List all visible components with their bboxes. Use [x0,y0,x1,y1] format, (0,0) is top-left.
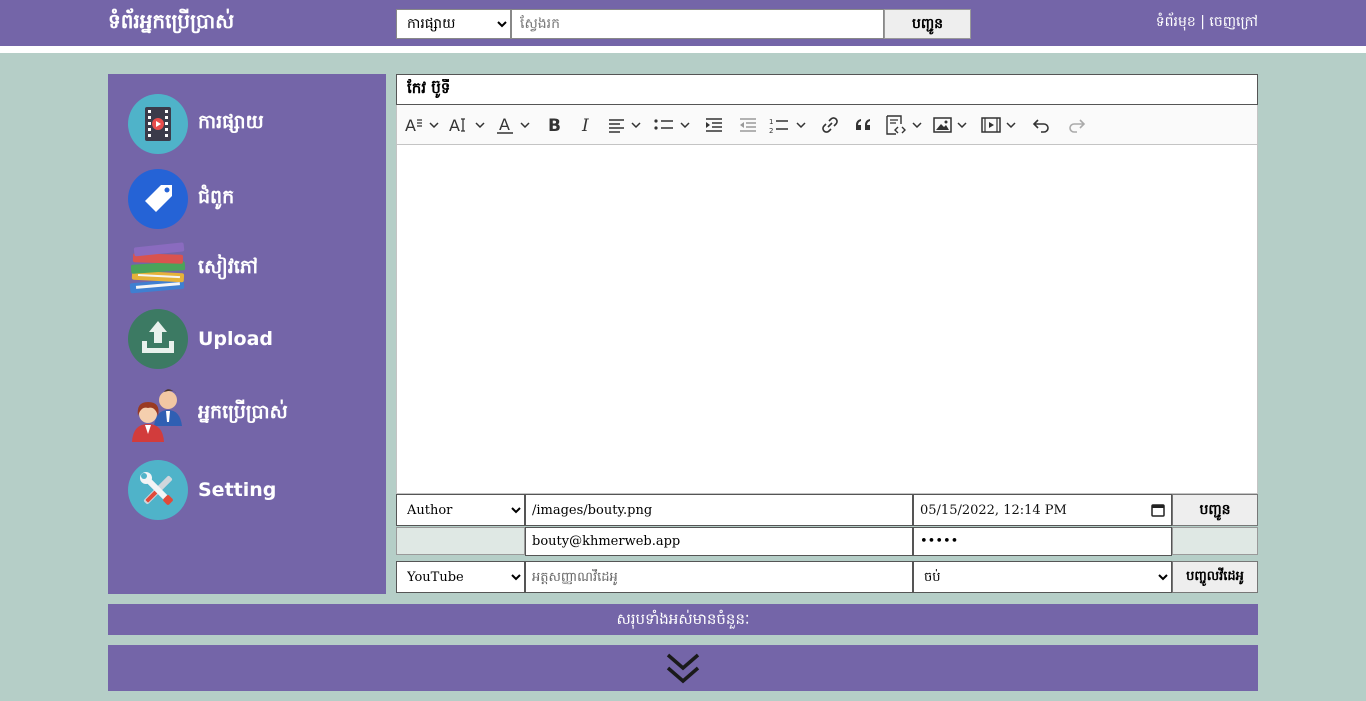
svg-text:A: A [449,116,460,134]
numbered-list-dropdown[interactable]: 12 [767,110,811,140]
bold-icon: B [548,116,561,134]
font-size-dropdown[interactable]: A [447,110,491,140]
tools-icon [128,460,188,520]
author-select[interactable]: Author [396,494,525,526]
svg-text:A: A [405,116,416,134]
sidebar-item-label: Upload [198,328,274,350]
top-links: ទំព័រមុខ | ចេញក្រៅ [1156,10,1258,34]
email-input[interactable] [525,527,913,556]
sidebar-item-books[interactable]: សៀវភៅ [128,239,378,299]
alignment-dropdown[interactable] [605,110,647,140]
sidebar-item-label: Setting [198,479,277,501]
calendar-icon[interactable] [1151,503,1165,517]
site-title[interactable]: ទំព័រអ្នកប្រើប្រាស់ [108,6,234,36]
search-input[interactable] [511,9,884,39]
load-more-button[interactable] [108,645,1258,691]
sidebar-item-upload[interactable]: Upload [128,309,378,369]
double-chevron-down-icon [666,653,700,684]
video-status-select[interactable]: ចប់ [913,561,1172,593]
italic-button[interactable]: I [573,110,601,140]
tag-icon [128,169,188,229]
undo-button[interactable] [1027,110,1057,140]
redo-icon [1069,118,1086,133]
video-type-select[interactable]: YouTube [396,561,525,593]
image-icon [933,116,967,133]
font-size-icon: A [449,116,485,134]
font-family-dropdown[interactable]: A [403,110,443,140]
media-icon [981,116,1016,133]
bulleted-list-dropdown[interactable] [651,110,695,140]
datetime-input[interactable]: 05/15/2022, 12:14 PM [913,494,1172,526]
submit-button[interactable]: បញ្ជូន [1172,494,1258,526]
sidebar: ការផ្សាយ ជំពូក សៀវភៅ Upload អ្នកប្រើប្រា… [108,74,386,594]
sidebar-item-label: ជំពូក [198,186,235,208]
link-button[interactable] [815,110,845,140]
thumbnail-path-input[interactable] [525,494,913,526]
video-id-input[interactable] [525,561,913,593]
undo-icon [1032,118,1049,133]
home-link[interactable]: ទំព័រមុខ [1156,14,1196,30]
books-icon [129,242,186,294]
logout-link[interactable]: ចេញក្រៅ [1209,14,1258,30]
upload-icon [128,309,188,369]
svg-text:B: B [548,116,561,134]
svg-text:A: A [499,115,510,134]
sidebar-item-posts[interactable]: ការផ្សាយ [128,94,378,154]
blockquote-button[interactable] [849,110,879,140]
sidebar-item-label: ការផ្សាយ [198,111,264,133]
add-video-button[interactable]: បញ្ចូលវីដេអូ [1172,561,1258,593]
total-count-bar: សរុបទាំងអស់មានចំនួនៈ [108,604,1258,635]
link-separator: | [1195,14,1210,30]
source-code-icon [886,114,922,135]
empty-cell [396,527,525,555]
align-left-icon [609,118,641,133]
svg-text:I: I [581,116,589,134]
insert-media-dropdown[interactable] [979,110,1023,140]
empty-cell [1172,527,1258,555]
sidebar-item-categories[interactable]: ជំពូក [128,169,378,229]
sidebar-item-users[interactable]: អ្នកប្រើប្រាស់ [128,384,378,444]
sidebar-item-label: អ្នកប្រើប្រាស់ [198,401,288,423]
datetime-value: 05/15/2022, 12:14 PM [920,502,1067,518]
indent-button[interactable] [699,110,729,140]
font-color-dropdown[interactable]: A [495,110,537,140]
editor-toolbar: A A A B I 12 [396,105,1258,145]
post-title-input[interactable] [396,74,1258,105]
sidebar-item-label: សៀវភៅ [198,256,258,278]
header-divider [0,46,1366,53]
italic-icon: I [581,116,589,134]
font-color-icon: A [497,115,530,134]
svg-text:2: 2 [769,127,773,134]
bulleted-list-icon [654,118,690,130]
quote-icon [856,118,870,130]
sidebar-item-settings[interactable]: Setting [128,460,378,520]
bold-button[interactable]: B [541,110,569,140]
editor-content-area[interactable] [396,145,1258,494]
outdent-button[interactable] [733,110,763,140]
category-select[interactable]: ការផ្សាយ [396,9,511,39]
redo-button[interactable] [1061,110,1091,140]
insert-image-dropdown[interactable] [931,110,975,140]
source-code-dropdown[interactable] [883,110,927,140]
numbered-list-icon: 12 [769,118,806,134]
password-input[interactable] [913,527,1172,556]
video-film-icon [128,94,188,154]
link-icon [822,116,838,133]
outdent-icon [740,117,756,132]
top-header: ទំព័រអ្នកប្រើប្រាស់ ការផ្សាយ បញ្ជូន ទំព័… [0,0,1366,46]
svg-text:1: 1 [769,118,773,126]
indent-icon [706,117,722,132]
users-icon [132,389,182,442]
font-family-icon: A [405,116,439,134]
search-button[interactable]: បញ្ជូន [884,9,971,39]
